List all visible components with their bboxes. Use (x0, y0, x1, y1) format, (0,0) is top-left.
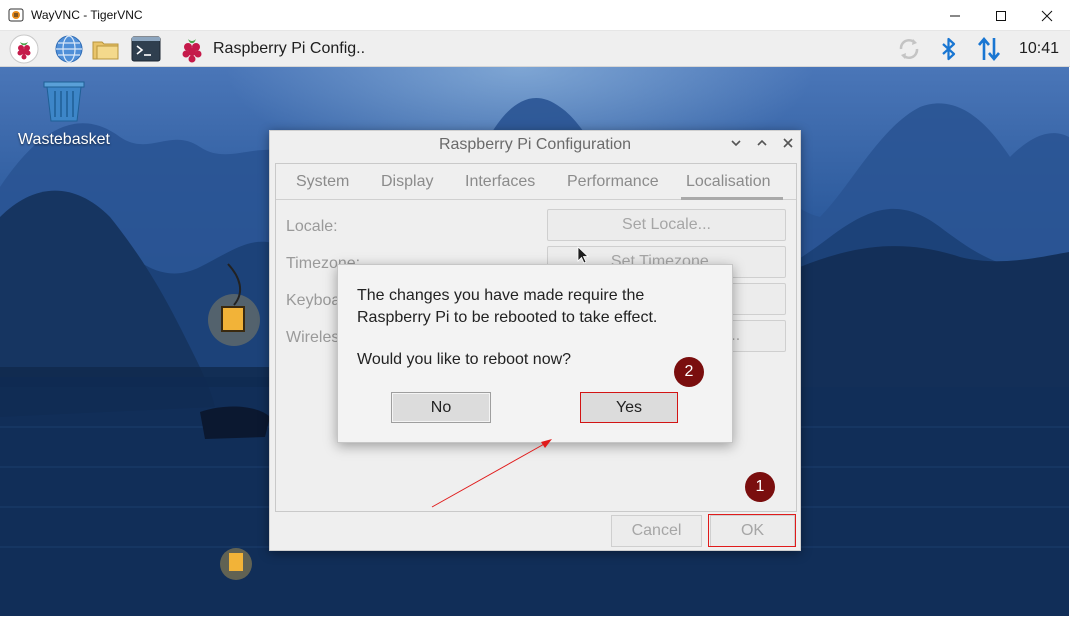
desktop-icon-label: Wastebasket (18, 131, 110, 148)
web-browser-icon[interactable] (54, 34, 84, 64)
chevron-down-icon (731, 140, 741, 147)
taskbar-clock[interactable]: 10:41 (1019, 40, 1059, 58)
close-icon (1041, 10, 1053, 21)
update-icon[interactable] (894, 34, 924, 64)
close-icon (783, 138, 793, 148)
close-button[interactable] (1024, 0, 1070, 31)
tab-localisation[interactable]: Localisation (681, 164, 783, 200)
set-locale-button[interactable]: Set Locale... (547, 209, 786, 241)
maximize-button[interactable] (978, 0, 1024, 31)
maximize-icon (996, 10, 1006, 21)
wastebasket-icon (43, 81, 85, 122)
vnc-window-titlebar: WayVNC - TigerVNC (0, 0, 1070, 31)
config-close-button[interactable] (780, 137, 796, 153)
config-window-titlebar[interactable]: Raspberry Pi Configuration (270, 131, 800, 159)
config-maximize-button[interactable] (754, 137, 770, 153)
mouse-cursor-icon (577, 246, 589, 264)
tab-performance[interactable]: Performance (563, 164, 663, 200)
reboot-message: The changes you have made require the Ra… (357, 287, 658, 326)
bluetooth-icon[interactable] (934, 34, 964, 64)
file-manager-icon[interactable] (91, 34, 121, 64)
config-tab-bar: System Display Interfaces Performance Lo… (276, 164, 796, 200)
reboot-dialog: The changes you have made require the Ra… (337, 264, 733, 443)
chevron-up-icon (757, 139, 767, 146)
no-button[interactable]: No (391, 392, 491, 423)
desktop-icon-wastebasket[interactable]: Wastebasket (14, 79, 114, 149)
cancel-button[interactable]: Cancel (611, 515, 702, 547)
desktop-taskbar: Raspberry Pi Config.. 10:41 (0, 31, 1070, 67)
ok-button-highlight (708, 514, 796, 547)
window-title: WayVNC - TigerVNC (31, 8, 143, 22)
tab-display[interactable]: Display (377, 164, 437, 200)
config-minimize-button[interactable] (728, 137, 744, 153)
locale-label: Locale: (286, 218, 338, 235)
terminal-icon[interactable] (131, 34, 161, 64)
tigervnc-app-icon (8, 8, 24, 22)
step-badge-1: 1 (745, 472, 775, 502)
raspberry-menu-icon[interactable] (9, 34, 39, 64)
step-badge-2: 2 (674, 357, 704, 387)
network-icon[interactable] (974, 34, 1004, 64)
taskbar-window-button[interactable]: Raspberry Pi Config.. (213, 40, 365, 58)
minimize-button[interactable] (932, 0, 978, 31)
minimize-icon (950, 15, 960, 16)
yes-button[interactable]: Yes (580, 392, 678, 423)
tab-system[interactable]: System (292, 164, 353, 200)
reboot-question: Would you like to reboot now? (357, 351, 572, 368)
raspberry-config-app-icon[interactable] (177, 34, 207, 64)
config-window-title: Raspberry Pi Configuration (438, 136, 632, 153)
tab-interfaces[interactable]: Interfaces (461, 164, 539, 200)
